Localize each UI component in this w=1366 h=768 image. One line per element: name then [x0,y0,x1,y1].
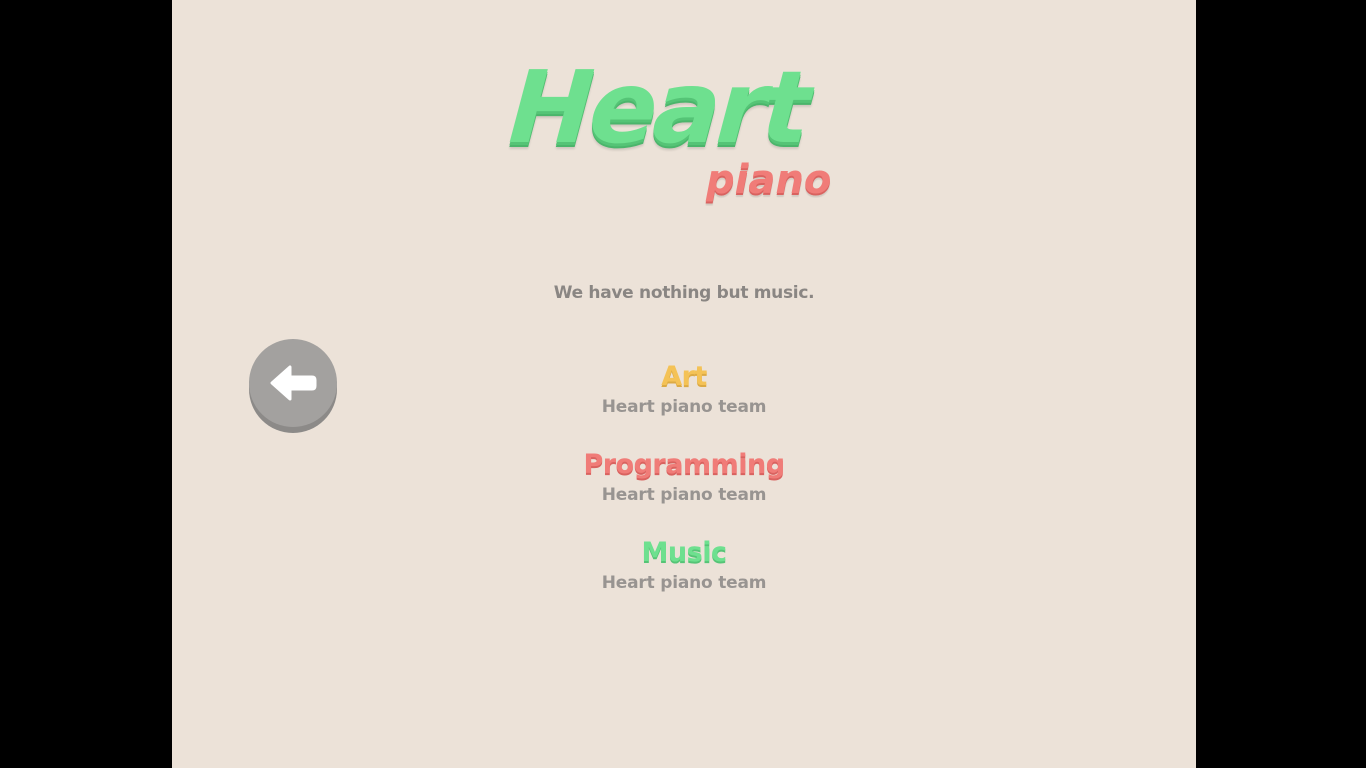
game-screen: Heart piano We have nothing but music. A… [172,0,1196,768]
credit-item-programming: Programming Heart piano team [172,446,1196,506]
credit-role: Programming [583,449,785,480]
tagline-text: We have nothing but music. [553,283,815,303]
credit-role: Music [641,537,727,568]
logo-title: Heart [505,49,811,166]
game-logo: Heart piano [505,49,870,218]
credit-item-art: Art Heart piano team [172,358,1196,418]
credits-list: Art Heart piano team Programming Heart p… [172,358,1196,594]
credit-name: Heart piano team [601,573,767,593]
credit-item-music: Music Heart piano team [172,534,1196,594]
credit-name: Heart piano team [601,485,767,505]
logo-subtitle: piano [706,157,832,203]
credit-name: Heart piano team [601,397,767,417]
credit-role: Art [661,361,707,392]
